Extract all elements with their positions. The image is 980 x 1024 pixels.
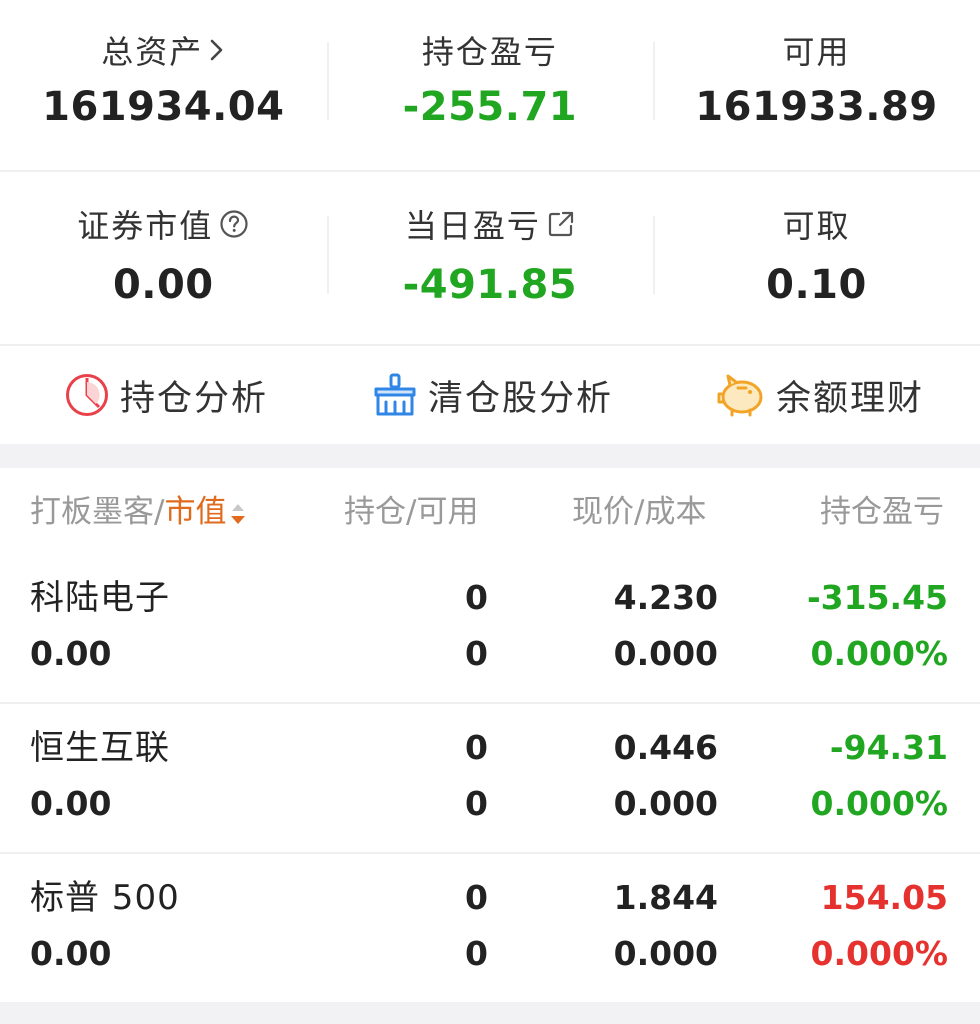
withdrawable-value: 0.10 bbox=[766, 262, 867, 308]
position-pl-percent: 0.000% bbox=[810, 934, 948, 973]
total-assets-label: 总资产 bbox=[101, 33, 204, 71]
withdrawable-cell: 可取 0.10 bbox=[653, 172, 980, 342]
price-column-header: 现价/成本 bbox=[572, 494, 707, 530]
stock-name: 标普 500 bbox=[30, 878, 180, 918]
position-pl-percent: 0.000% bbox=[810, 784, 948, 823]
table-header: 打板墨客/市值 持仓/可用 现价/成本 持仓盈亏 bbox=[0, 468, 980, 554]
holding-qty: 0 bbox=[465, 878, 488, 917]
table-row[interactable]: 标普 500 0.00 0 0 1.844 0.000 154.05 0.000… bbox=[0, 854, 980, 1004]
total-assets-value: 161934.04 bbox=[42, 84, 285, 130]
position-pl-cell: 持仓盈亏 -255.71 bbox=[326, 0, 654, 170]
pie-chart-icon bbox=[66, 374, 108, 416]
summary-row-1: 总资产 161934.04 持仓盈亏 -255.71 可用 161933.89 bbox=[0, 0, 980, 170]
name-column-header[interactable]: 打板墨客/市值 bbox=[30, 492, 248, 532]
piggy-bank-icon bbox=[717, 374, 763, 417]
market-value-sort-label: 市值 bbox=[164, 494, 227, 530]
cost-price: 0.000 bbox=[613, 784, 718, 823]
securities-value-label: 证券市值 bbox=[77, 207, 214, 245]
position-analysis-button[interactable]: 持仓分析 bbox=[64, 346, 268, 444]
position-pl: -94.31 bbox=[829, 728, 948, 767]
account-name: 打板墨客 bbox=[30, 494, 154, 530]
tools-bar: 持仓分析 清仓股分析 余额理财 bbox=[0, 346, 980, 444]
position-pl-value: -255.71 bbox=[402, 84, 578, 130]
stock-name: 科陆电子 bbox=[30, 578, 170, 618]
stock-market-value: 0.00 bbox=[30, 784, 112, 823]
cost-price: 0.000 bbox=[613, 934, 718, 973]
available-value: 161933.89 bbox=[695, 84, 938, 130]
position-analysis-label: 持仓分析 bbox=[120, 378, 269, 419]
position-pl-percent: 0.000% bbox=[810, 634, 948, 673]
available-qty: 0 bbox=[465, 784, 488, 823]
available-label: 可用 bbox=[782, 33, 851, 71]
pl-column-header: 持仓盈亏 bbox=[820, 494, 944, 530]
securities-value-cell: 证券市值 0.00 bbox=[0, 172, 327, 342]
holding-column-header: 持仓/可用 bbox=[344, 494, 479, 530]
available-qty: 0 bbox=[465, 934, 488, 973]
table-row[interactable]: 科陆电子 0.00 0 0 4.230 0.000 -315.45 0.000% bbox=[0, 554, 980, 704]
current-price: 0.446 bbox=[613, 728, 718, 767]
securities-value-value: 0.00 bbox=[112, 262, 214, 308]
stock-market-value: 0.00 bbox=[30, 934, 112, 973]
positions-table: 打板墨客/市值 持仓/可用 现价/成本 持仓盈亏 科陆电子 0.00 0 0 4… bbox=[0, 468, 980, 1004]
available-qty: 0 bbox=[465, 634, 488, 673]
chevron-right-icon bbox=[210, 39, 223, 61]
daily-pl-label: 当日盈亏 bbox=[404, 207, 541, 245]
bottom-strip bbox=[0, 1002, 980, 1024]
summary-row-2: 证券市值 0.00 当日盈亏 -491.85 可取 0.10 bbox=[0, 172, 980, 342]
cleared-analysis-label: 清仓股分析 bbox=[428, 378, 614, 419]
cost-price: 0.000 bbox=[613, 634, 718, 673]
total-assets-cell[interactable]: 总资产 161934.04 bbox=[0, 0, 327, 170]
cleared-analysis-button[interactable]: 清仓股分析 bbox=[372, 346, 613, 444]
broom-icon bbox=[374, 373, 416, 416]
stock-market-value: 0.00 bbox=[30, 634, 112, 673]
current-price: 1.844 bbox=[613, 878, 718, 917]
holding-qty: 0 bbox=[465, 728, 488, 767]
stock-name: 恒生互联 bbox=[30, 728, 170, 768]
external-link-icon[interactable] bbox=[547, 210, 575, 238]
balance-finance-label: 余额理财 bbox=[776, 378, 925, 419]
account-page: 总资产 161934.04 持仓盈亏 -255.71 可用 161933.89 bbox=[0, 0, 980, 1024]
withdrawable-label: 可取 bbox=[782, 207, 851, 245]
holding-qty: 0 bbox=[465, 578, 488, 617]
daily-pl-cell[interactable]: 当日盈亏 -491.85 bbox=[326, 172, 654, 342]
asset-summary: 总资产 161934.04 持仓盈亏 -255.71 可用 161933.89 bbox=[0, 0, 980, 344]
available-cell: 可用 161933.89 bbox=[653, 0, 980, 170]
balance-finance-button[interactable]: 余额理财 bbox=[716, 346, 924, 444]
position-pl: 154.05 bbox=[820, 878, 948, 917]
daily-pl-value: -491.85 bbox=[402, 262, 578, 308]
help-icon[interactable] bbox=[219, 209, 249, 239]
current-price: 4.230 bbox=[613, 578, 718, 617]
position-pl-label: 持仓盈亏 bbox=[421, 33, 558, 71]
table-row[interactable]: 恒生互联 0.00 0 0 0.446 0.000 -94.31 0.000% bbox=[0, 704, 980, 854]
position-pl: -315.45 bbox=[806, 578, 948, 617]
sort-icon[interactable] bbox=[228, 500, 248, 528]
